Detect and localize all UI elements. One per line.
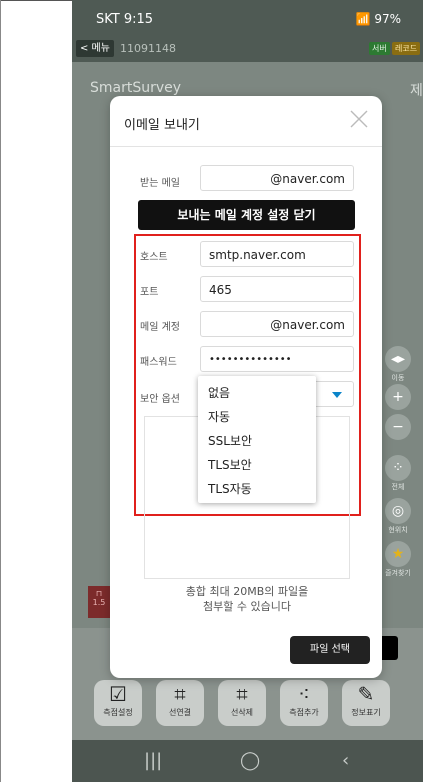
recipient-input[interactable]: @naver.com [200, 165, 354, 191]
map-title: SmartSurvey [90, 80, 182, 96]
recent-apps-icon[interactable]: ||| [144, 750, 162, 771]
tool-line-connect[interactable]: ⌗ 선연결 [156, 680, 204, 726]
account-input[interactable]: @naver.com [200, 311, 354, 337]
security-dropdown: 없음 자동 SSL보안 TLS보안 TLS자동 [198, 376, 316, 503]
scale-indicator: ⊓ 1.5 [88, 586, 110, 618]
ruler-icon: ⊓ [95, 589, 103, 598]
status-bar: SKT 9:15 📶 97% [72, 0, 423, 36]
port-label: 포트 [140, 287, 159, 298]
my-location-label: 현위치 [388, 526, 408, 534]
security-option-tls-auto[interactable]: TLS자동 [208, 480, 252, 497]
security-option-ssl[interactable]: SSL보안 [208, 432, 252, 449]
system-nav-bar: ||| ◯ ‹ [72, 740, 423, 782]
layer-toggle-label: 이동 [391, 374, 405, 382]
password-label: 패스워드 [140, 357, 177, 368]
document-id: 11091148 [120, 42, 176, 55]
frame-left-border [0, 0, 1, 782]
host-label: 호스트 [140, 252, 168, 263]
status-time: SKT 9:15 [96, 12, 154, 27]
signal-icon: 📶 [355, 12, 371, 26]
line-delete-icon: ⌗ [236, 682, 248, 706]
toggle-sender-settings-button[interactable]: 보내는 메일 계정 설정 닫기 [138, 200, 355, 230]
security-option-tls[interactable]: TLS보안 [208, 456, 252, 473]
tool-point-setting[interactable]: ☑ 측점설정 [94, 680, 142, 726]
account-label: 메일 계정 [140, 322, 180, 333]
status-battery: 📶 97% [355, 12, 401, 26]
point-add-icon: ⁖ [298, 682, 310, 706]
all-view-label: 전체 [391, 483, 405, 491]
layer-toggle-button[interactable]: ◂▸ [385, 346, 411, 372]
favorites-label: 즐겨찾기 [385, 569, 411, 577]
app-bar: < 메뉴 11091148 서버 레코드 [72, 36, 423, 62]
back-icon[interactable]: ‹ [342, 750, 349, 771]
server-tag[interactable]: 서버 [369, 42, 390, 55]
tool-info-display[interactable]: ✎ 정보표기 [342, 680, 390, 726]
home-icon[interactable]: ◯ [240, 750, 260, 771]
security-option-auto[interactable]: 자동 [208, 408, 230, 425]
pencil-icon: ✎ [357, 682, 375, 706]
record-tag[interactable]: 레코드 [392, 42, 421, 55]
map-edge-text: 제 [410, 83, 423, 99]
security-option-none[interactable]: 없음 [208, 384, 230, 401]
email-dialog: 이메일 보내기 받는 메일 @naver.com 보내는 메일 계정 설정 닫기… [110, 96, 382, 678]
zoom-out-button[interactable]: − [385, 414, 411, 440]
host-input[interactable]: smtp.naver.com [200, 241, 354, 267]
choose-file-button[interactable]: 파일 선택 [290, 636, 370, 664]
tool-line-delete[interactable]: ⌗ 선삭제 [218, 680, 266, 726]
port-input[interactable]: 465 [200, 276, 354, 302]
zoom-in-button[interactable]: + [385, 384, 411, 410]
checkbox-icon: ☑ [109, 682, 127, 706]
line-connect-icon: ⌗ [174, 682, 186, 706]
dialog-divider [110, 146, 382, 147]
favorites-button[interactable]: ★ [385, 541, 411, 567]
tool-point-add[interactable]: ⁖ 측점추가 [280, 680, 328, 726]
all-view-button[interactable]: ⁘ [385, 455, 411, 481]
chevron-down-icon[interactable] [332, 392, 342, 398]
dialog-title: 이메일 보내기 [124, 118, 200, 133]
attachment-hint: 총합 최대 20MB의 파일을 첨부할 수 있습니다 [185, 585, 309, 613]
password-input[interactable]: •••••••••••••• [200, 346, 354, 372]
menu-button[interactable]: < 메뉴 [76, 40, 114, 57]
security-label: 보안 옵션 [140, 394, 180, 405]
close-icon[interactable] [350, 110, 368, 128]
recipient-label: 받는 메일 [140, 178, 180, 189]
my-location-button[interactable]: ◎ [385, 498, 411, 524]
